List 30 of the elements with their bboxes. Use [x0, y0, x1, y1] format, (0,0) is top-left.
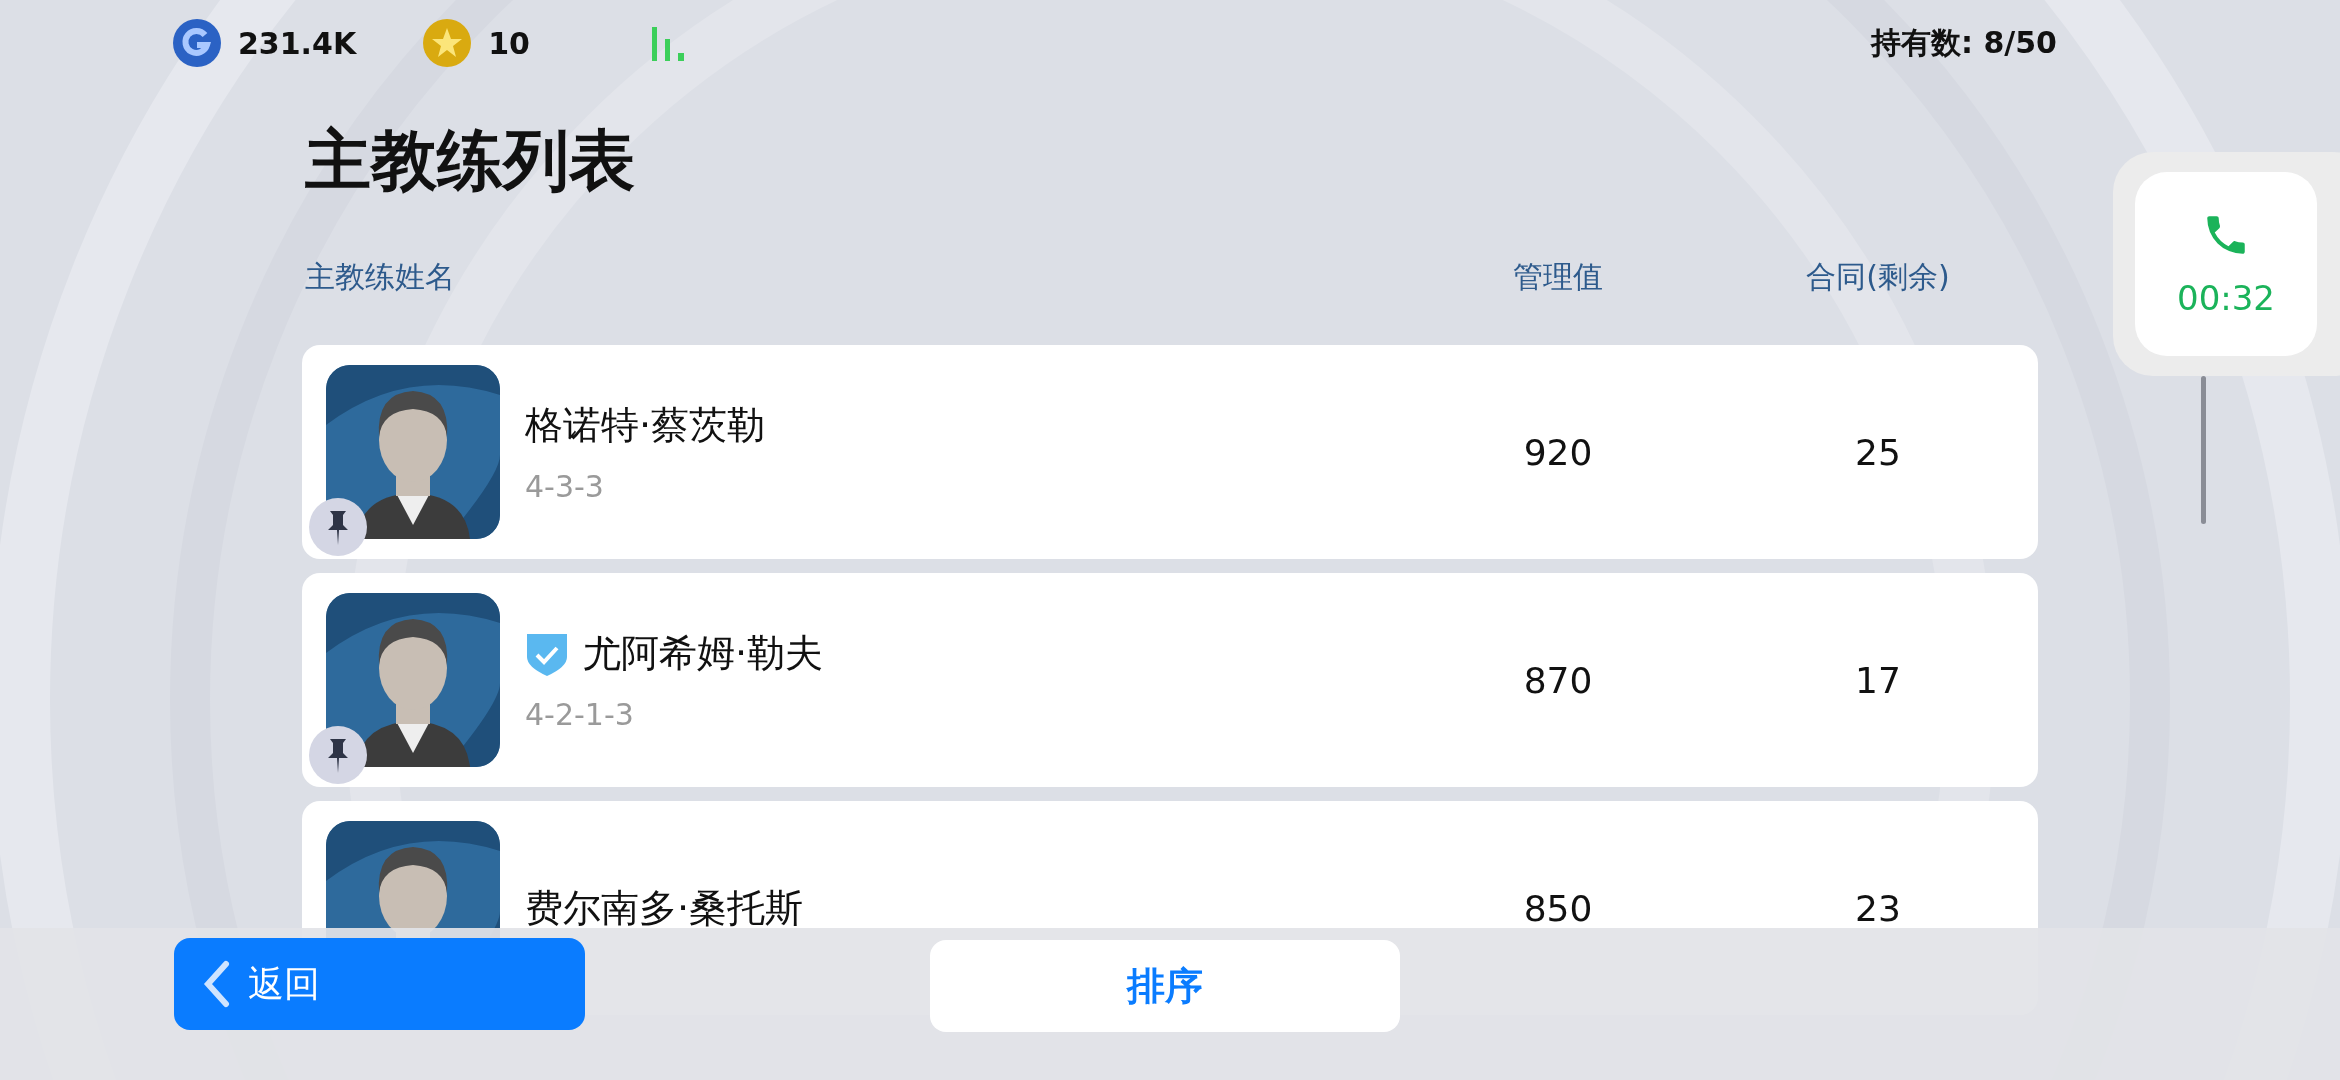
management-value: 920: [1522, 431, 1594, 473]
management-value: 850: [1522, 887, 1594, 929]
coach-name: 尤阿希姆·勒夫: [583, 630, 824, 677]
coach-row[interactable]: 尤阿希姆·勒夫 4-2-1-3 870 17: [302, 573, 2038, 787]
star-coin-icon: [422, 18, 473, 68]
signal-icon: [649, 25, 686, 61]
contract-value: 25: [1854, 431, 1902, 473]
formation-text: 4-2-1-3: [525, 697, 635, 732]
sort-button[interactable]: 排序: [930, 940, 1400, 1032]
pin-icon[interactable]: [308, 497, 368, 557]
owned-count: 持有数: 8/50: [1870, 23, 2057, 62]
chevron-left-icon: [202, 960, 230, 1008]
contract-value: 17: [1854, 659, 1902, 701]
formation-text: 4-3-3: [525, 469, 605, 504]
coin-count: 231.4K: [238, 25, 357, 61]
coach-row[interactable]: 格诺特·蔡茨勒 4-3-3 920 25: [302, 345, 2038, 559]
page-title: 主教练列表: [305, 121, 636, 201]
coach-name: 格诺特·蔡茨勒: [525, 402, 766, 449]
contract-value: 23: [1854, 887, 1902, 929]
pin-icon[interactable]: [308, 725, 368, 785]
back-button[interactable]: 返回: [174, 938, 585, 1030]
coach-name: 费尔南多·桑托斯: [525, 884, 804, 932]
column-header: 主教练姓名: [305, 257, 456, 296]
coin-icon: [172, 18, 222, 68]
call-timer: 00:32: [2177, 278, 2275, 318]
column-header: 合同(剩余): [1805, 257, 1951, 296]
management-value: 870: [1522, 659, 1594, 701]
star-count: 10: [488, 25, 530, 61]
scrollbar[interactable]: [2201, 376, 2206, 524]
column-header: 管理值: [1512, 257, 1604, 296]
